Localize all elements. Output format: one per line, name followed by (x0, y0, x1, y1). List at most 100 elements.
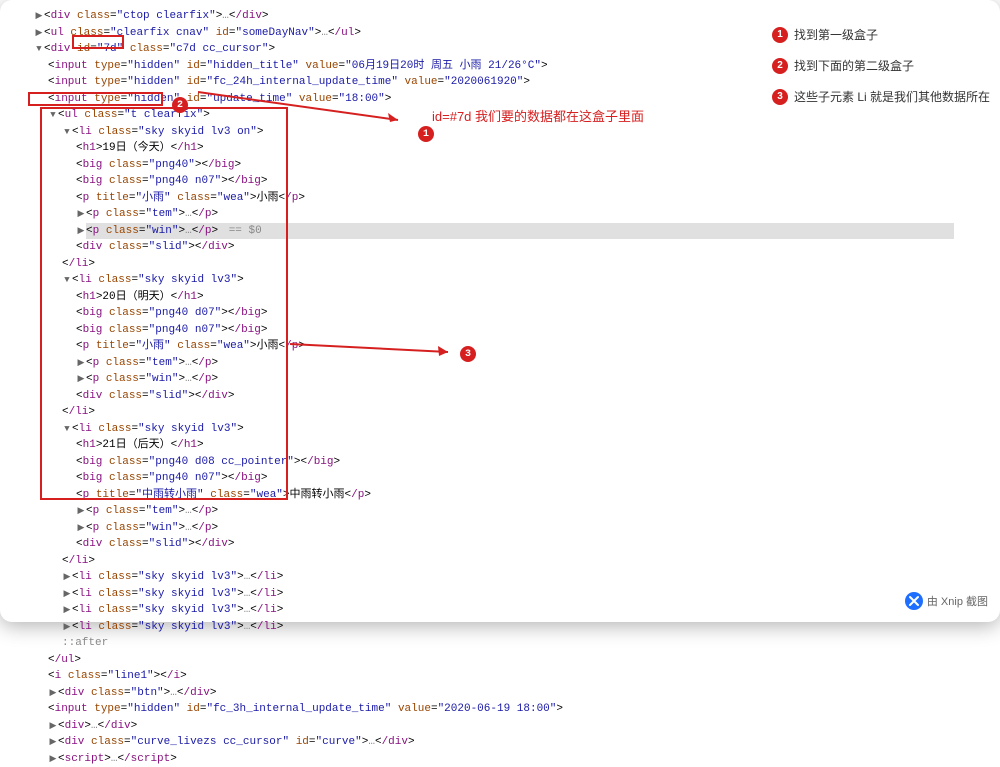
dom-line[interactable]: <li class="sky skyid lv3">…</li> (20, 619, 1000, 636)
dom-line[interactable]: <li class="sky skyid lv3"> (20, 272, 1000, 289)
dom-line[interactable]: <div>…</div> (20, 718, 1000, 735)
dom-line[interactable]: </li> (20, 256, 1000, 273)
dom-text: <p class="win">…</p> (86, 225, 218, 237)
dom-line-selected[interactable]: <p class="win">…</p> == $0 (20, 223, 1000, 240)
expand-caret[interactable] (48, 751, 58, 767)
dom-line[interactable]: <p title="中雨转小雨" class="wea">中雨转小雨</p> (20, 487, 1000, 504)
dom-line[interactable]: <p class="win">…</p> (20, 371, 1000, 388)
dom-line[interactable]: <div class="btn">…</div> (20, 685, 1000, 702)
dom-line[interactable]: <input type="hidden" id="fc_3h_internal_… (20, 701, 1000, 718)
dom-text: <i class="line1"></i> (48, 670, 187, 682)
dom-line[interactable]: </li> (20, 404, 1000, 421)
collapse-caret[interactable] (62, 272, 72, 289)
note-item-2: 2 找到下面的第二级盒子 (772, 57, 990, 74)
dom-text: <div class="btn">…</div> (58, 687, 217, 699)
dom-line[interactable]: <big class="png40 d08 cc_pointer"></big> (20, 454, 1000, 471)
dom-line[interactable]: <li class="sky skyid lv3"> (20, 421, 1000, 438)
collapse-caret[interactable] (34, 41, 44, 58)
dom-line[interactable]: </li> (20, 553, 1000, 570)
dom-line[interactable]: <li class="sky skyid lv3 on"> (20, 124, 1000, 141)
expand-caret[interactable] (76, 223, 86, 240)
dom-line[interactable]: <li class="sky skyid lv3">…</li> (20, 586, 1000, 603)
expand-caret[interactable] (48, 685, 58, 702)
annotation-badge-3: 3 (460, 346, 476, 362)
expand-caret[interactable] (34, 8, 44, 25)
annotation-badge-2: 2 (172, 97, 188, 113)
dom-line[interactable]: <div class="slid"></div> (20, 239, 1000, 256)
dom-text: <input type="hidden" id="fc_3h_internal_… (48, 703, 563, 715)
dom-line[interactable]: <big class="png40 n07"></big> (20, 470, 1000, 487)
dom-line[interactable]: <h1>20日（明天）</h1> (20, 289, 1000, 306)
note-text: 这些子元素 Li 就是我们其他数据所在 (794, 88, 990, 105)
note-text: 找到下面的第二级盒子 (794, 57, 914, 74)
dom-text: <script>…</script> (58, 753, 177, 765)
dom-text: <p class="win">…</p> (86, 522, 218, 534)
xnip-icon (905, 592, 923, 610)
note-badge-icon: 2 (772, 58, 788, 74)
dom-text: ::after (62, 637, 108, 649)
dom-line[interactable]: <big class="png40 d07"></big> (20, 305, 1000, 322)
dom-text: <li class="sky skyid lv3">…</li> (72, 588, 283, 600)
dom-line[interactable]: <li class="sky skyid lv3">…</li> (20, 602, 1000, 619)
dom-text: <li class="sky skyid lv3 on"> (72, 126, 263, 138)
dom-line[interactable]: <h1>19日（今天）</h1> (20, 140, 1000, 157)
dom-line[interactable]: <p class="tem">…</p> (20, 355, 1000, 372)
collapse-caret[interactable] (48, 107, 58, 124)
dom-text: <li class="sky skyid lv3"> (72, 423, 244, 435)
dom-text: <div class="slid"></div> (76, 241, 234, 253)
dom-text: <h1>21日（后天）</h1> (76, 439, 204, 451)
dom-text: <big class="png40 n07"></big> (76, 175, 268, 187)
expand-caret[interactable] (34, 25, 44, 42)
note-item-1: 1 找到第一级盒子 (772, 26, 990, 43)
dom-text: <p title="小雨" class="wea">小雨</p> (76, 340, 305, 352)
dom-text: <input type="hidden" id="hidden_title" v… (48, 60, 548, 72)
dom-line[interactable]: <p title="小雨" class="wea">小雨</p> (20, 190, 1000, 207)
annotation-text-1: id=#7d 我们要的数据都在这盒子里面 (432, 106, 644, 125)
collapse-caret[interactable] (62, 124, 72, 141)
dom-line[interactable]: <li class="sky skyid lv3">…</li> (20, 569, 1000, 586)
expand-caret[interactable] (76, 520, 86, 537)
dom-text: <div class="curve_livezs cc_cursor" id="… (58, 736, 415, 748)
expand-caret[interactable] (62, 569, 72, 586)
dom-line[interactable]: <p class="win">…</p> (20, 520, 1000, 537)
dom-line[interactable]: <p class="tem">…</p> (20, 206, 1000, 223)
dom-text: <p title="小雨" class="wea">小雨</p> (76, 192, 305, 204)
dom-line[interactable]: <script>…</script> (20, 751, 1000, 767)
dom-text: <big class="png40 d08 cc_pointer"></big> (76, 456, 340, 468)
note-badge-icon: 1 (772, 27, 788, 43)
expand-caret[interactable] (48, 718, 58, 735)
dom-line[interactable]: <big class="png40 n07"></big> (20, 173, 1000, 190)
dom-text: <li class="sky skyid lv3">…</li> (72, 571, 283, 583)
note-badge-icon: 3 (772, 89, 788, 105)
expand-caret[interactable] (62, 619, 72, 636)
dom-text: <li class="sky skyid lv3"> (72, 274, 244, 286)
dom-text: <big class="png40 d07"></big> (76, 307, 268, 319)
annotation-badge-1: 1 (418, 126, 434, 142)
dom-line[interactable]: <big class="png40"></big> (20, 157, 1000, 174)
expand-caret[interactable] (76, 503, 86, 520)
dom-line[interactable]: <div class="slid"></div> (20, 536, 1000, 553)
dom-line[interactable]: <p class="tem">…</p> (20, 503, 1000, 520)
collapse-caret[interactable] (62, 421, 72, 438)
expand-caret[interactable] (62, 586, 72, 603)
dom-line[interactable]: </ul> (20, 652, 1000, 669)
dom-line[interactable]: ::after (20, 635, 1000, 652)
dom-line[interactable]: <i class="line1"></i> (20, 668, 1000, 685)
dom-line[interactable]: <div class="slid"></div> (20, 388, 1000, 405)
dom-line[interactable]: <h1>21日（后天）</h1> (20, 437, 1000, 454)
expand-caret[interactable] (76, 355, 86, 372)
expand-caret[interactable] (76, 206, 86, 223)
dom-line[interactable]: <div class="curve_livezs cc_cursor" id="… (20, 734, 1000, 751)
expand-caret[interactable] (48, 734, 58, 751)
dom-text: </li> (62, 555, 95, 567)
dom-text: <div class="slid"></div> (76, 390, 234, 402)
dom-line[interactable]: <big class="png40 n07"></big> (20, 322, 1000, 339)
dom-line[interactable]: <p title="小雨" class="wea">小雨</p> (20, 338, 1000, 355)
expand-caret[interactable] (62, 602, 72, 619)
note-text: 找到第一级盒子 (794, 26, 878, 43)
expand-caret[interactable] (76, 371, 86, 388)
annotation-notes: 1 找到第一级盒子 2 找到下面的第二级盒子 3 这些子元素 Li 就是我们其他数据所… (772, 26, 990, 119)
dom-line[interactable]: <div class="ctop clearfix">…</div> (20, 8, 1000, 25)
dom-text: <h1>19日（今天）</h1> (76, 142, 204, 154)
note-item-3: 3 这些子元素 Li 就是我们其他数据所在 (772, 88, 990, 105)
